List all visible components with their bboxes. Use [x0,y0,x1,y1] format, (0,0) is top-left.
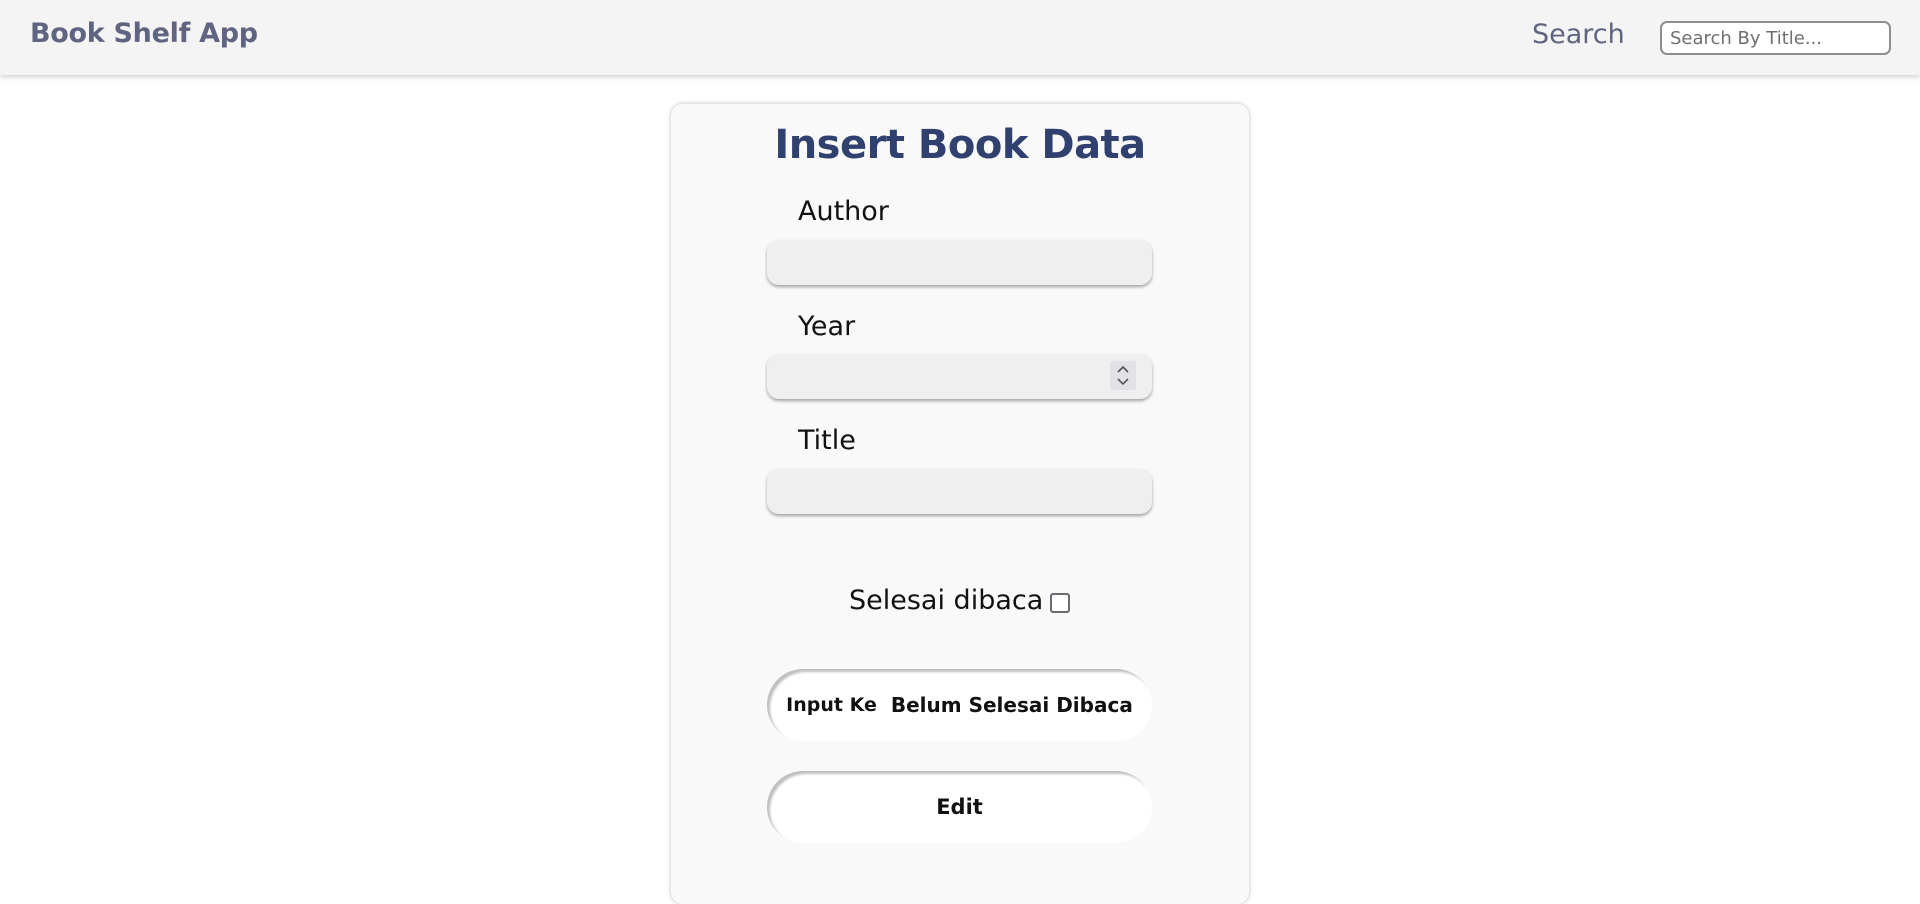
author-label: Author [798,196,889,227]
edit-button[interactable]: Edit [767,771,1152,843]
submit-button[interactable]: Input Ke Belum Selesai Dibaca [767,669,1152,741]
app-title: Book Shelf App [30,18,258,49]
edit-label: Edit [936,795,983,819]
finished-reading-checkbox[interactable] [1050,593,1070,613]
spinner-chevrons-icon [1117,365,1129,386]
title-input[interactable] [767,469,1152,514]
form-heading: Insert Book Data [774,122,1146,168]
submit-target-label: Belum Selesai Dibaca [890,693,1133,717]
year-label: Year [798,311,856,342]
insert-book-form: Insert Book Data Author Year Title Seles… [671,104,1249,904]
navbar: Book Shelf App Search [0,0,1920,75]
search-label: Search [1532,19,1625,50]
finished-reading-label: Selesai dibaca [849,585,1044,616]
finished-reading-row: Selesai dibaca [671,582,1249,622]
author-input[interactable] [767,240,1152,285]
submit-prefix-label: Input Ke [786,694,877,716]
year-spinner[interactable] [1110,361,1136,390]
year-input[interactable] [767,354,1152,399]
search-input[interactable] [1660,21,1891,55]
title-label: Title [798,425,856,456]
